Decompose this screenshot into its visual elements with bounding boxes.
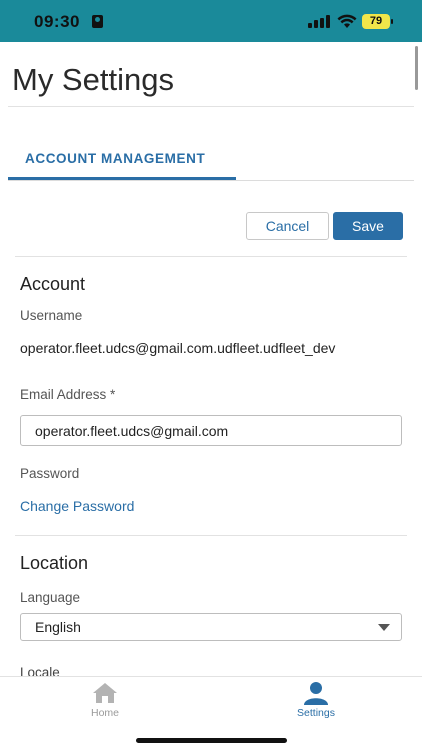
status-bar: 09:30 79 [0,0,422,42]
page-title: My Settings [12,62,174,97]
home-icon [93,683,117,703]
battery-icon: 79 [362,14,393,29]
username-value: operator.fleet.udcs@gmail.com.udfleet.ud… [20,340,336,356]
nav-item-settings[interactable]: Settings [256,681,376,719]
section-divider [15,256,407,257]
user-icon [304,682,328,705]
caret-down-icon [378,624,390,631]
contact-icon [92,15,103,28]
password-label: Password [20,466,80,481]
home-indicator [136,738,287,743]
location-section-title: Location [20,553,89,573]
cancel-button[interactable]: Cancel [246,212,329,240]
language-select-value: English [35,619,81,635]
account-section-title: Account [20,274,86,294]
scroll-indicator [415,46,418,90]
section-divider [15,535,407,536]
tab-divider [8,180,414,181]
change-password-link[interactable]: Change Password [20,498,134,514]
username-label: Username [20,308,83,323]
save-button[interactable]: Save [333,212,403,240]
email-label: Email Address * [20,387,116,402]
tab-account-management[interactable]: ACCOUNT MANAGEMENT [8,140,236,180]
wifi-icon [337,14,357,28]
nav-settings-label: Settings [297,707,335,719]
cellular-signal-icon [308,15,330,28]
language-select[interactable]: English [20,613,402,641]
language-label: Language [20,590,81,605]
title-divider [8,106,414,107]
email-field[interactable] [20,415,402,446]
status-time: 09:30 [34,12,80,31]
nav-home-label: Home [90,707,119,719]
nav-item-home[interactable]: Home [45,681,165,719]
